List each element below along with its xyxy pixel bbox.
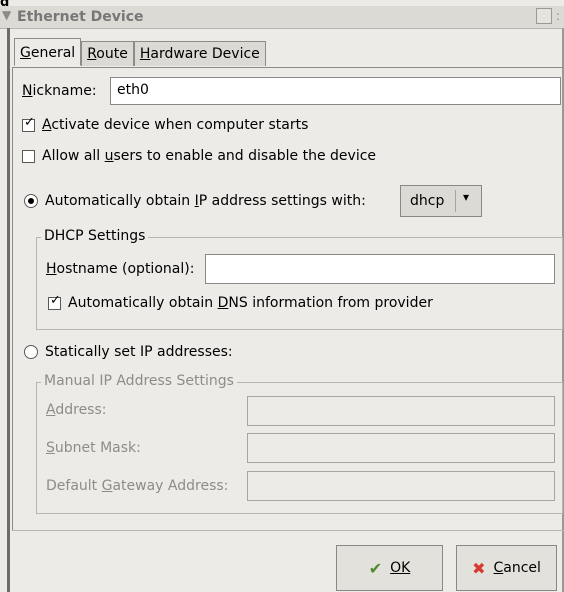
window-title: Ethernet Device bbox=[17, 9, 144, 25]
window-menu-arrow-icon[interactable]: ▼ bbox=[2, 8, 11, 22]
hostname-label: Hostname (optional): bbox=[46, 261, 195, 277]
tab-route[interactable]: Route bbox=[81, 41, 134, 66]
tab-hardware-rest: ardware Device bbox=[150, 46, 260, 62]
hostname-field[interactable] bbox=[205, 254, 555, 284]
static-ip-radio[interactable] bbox=[24, 345, 38, 359]
nickname-field[interactable]: eth0 bbox=[110, 77, 561, 105]
gateway-label: Default Gateway Address: bbox=[46, 478, 229, 494]
subnet-mask-field[interactable] bbox=[247, 433, 555, 463]
button-divider bbox=[12, 530, 564, 531]
allow-users-checkbox[interactable] bbox=[22, 149, 35, 163]
gateway-field[interactable] bbox=[247, 471, 555, 501]
close-icon[interactable]: : bbox=[556, 9, 564, 25]
radio-selected-dot bbox=[28, 198, 34, 204]
title-bar[interactable]: ▼ Ethernet Device : bbox=[0, 6, 564, 29]
address-label: Address: bbox=[46, 402, 107, 418]
dhcp-group-title: DHCP Settings bbox=[41, 228, 149, 244]
tab-route-rest: oute bbox=[96, 46, 128, 62]
auto-ip-radio[interactable] bbox=[24, 194, 38, 208]
tab-route-label: R bbox=[87, 46, 97, 62]
auto-dns-row[interactable]: ✓ Automatically obtain DNS information fr… bbox=[48, 292, 433, 311]
tab-hardware-label: H bbox=[139, 46, 151, 62]
cancel-c: C bbox=[493, 560, 504, 576]
maximize-icon[interactable] bbox=[536, 8, 552, 24]
auto-ip-row[interactable]: Automatically obtain IP address settings… bbox=[24, 193, 366, 209]
window-left-border bbox=[7, 28, 10, 592]
activate-on-boot-row[interactable]: ✓ Activate device when computer starts bbox=[22, 114, 308, 133]
ok-button-label: OK bbox=[390, 560, 411, 576]
subnet-mask-label: Subnet Mask: bbox=[46, 440, 141, 456]
tab-hardware-device[interactable]: Hardware Device bbox=[133, 41, 266, 66]
red-x-icon: ✖ bbox=[472, 558, 486, 578]
check-mark-icon: ✓ bbox=[50, 292, 61, 308]
auto-dns-checkbox[interactable]: ✓ bbox=[48, 292, 61, 310]
ip-method-value: dhcp bbox=[410, 193, 445, 209]
nickname-label: Nickname: bbox=[22, 83, 97, 99]
tab-general[interactable]: General bbox=[14, 38, 82, 66]
manual-group-title: Manual IP Address Settings bbox=[41, 373, 237, 389]
activate-checkbox[interactable]: ✓ bbox=[22, 114, 35, 132]
allow-users-row[interactable]: Allow all users to enable and disable th… bbox=[22, 148, 376, 164]
ethernet-device-window: g ▼ Ethernet Device : General Route Hard… bbox=[0, 0, 564, 592]
check-mark-icon: ✓ bbox=[24, 114, 35, 130]
ip-method-select[interactable]: dhcp ▾ bbox=[400, 185, 482, 217]
address-field[interactable] bbox=[247, 396, 555, 426]
dropdown-separator bbox=[455, 190, 456, 212]
static-ip-row[interactable]: Statically set IP addresses: bbox=[24, 344, 233, 360]
ok-button[interactable]: ✔ OK bbox=[336, 545, 443, 591]
checkmark-icon: ✔ bbox=[368, 558, 383, 578]
tab-general-label: G bbox=[20, 45, 31, 61]
cancel-rest: ancel bbox=[503, 560, 541, 576]
chevron-down-icon: ▾ bbox=[463, 190, 470, 204]
tab-bar: General Route Hardware Device bbox=[14, 38, 266, 68]
tab-general-rest: eneral bbox=[30, 45, 76, 61]
cancel-button[interactable]: ✖ Cancel bbox=[456, 545, 557, 591]
